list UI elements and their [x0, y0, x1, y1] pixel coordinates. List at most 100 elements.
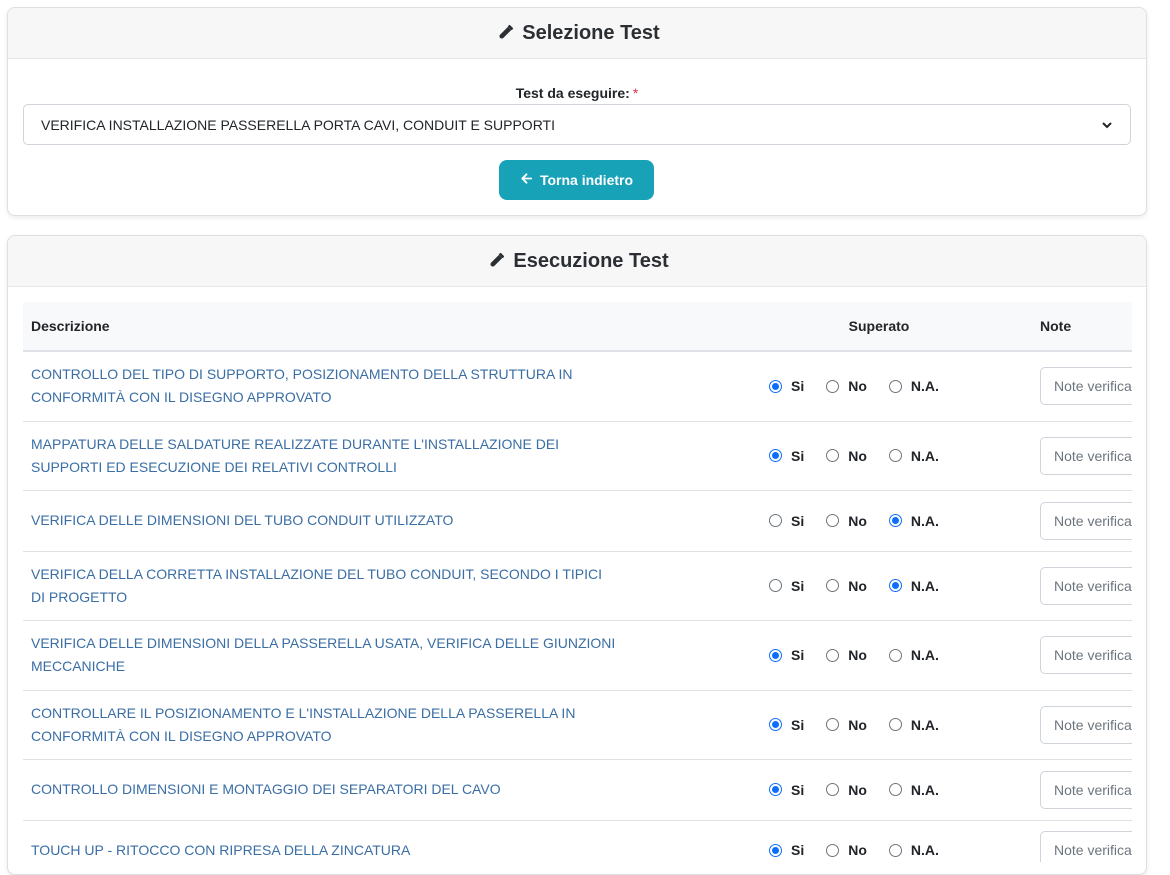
radio-no-button[interactable]: [826, 718, 840, 731]
note-input[interactable]: Note verifica: [1040, 436, 1132, 475]
radio-yes[interactable]: Si: [769, 513, 804, 529]
passed-cell: Si No N.A.: [726, 421, 1032, 491]
radio-na[interactable]: N.A.: [888, 647, 939, 663]
radio-na-button[interactable]: [888, 449, 902, 462]
radio-yes[interactable]: Si: [769, 842, 804, 858]
test-execution-card: Esecuzione Test Descrizione Superato Not…: [7, 235, 1147, 875]
note-input[interactable]: Note verifica: [1040, 566, 1132, 605]
radio-no-button[interactable]: [826, 514, 840, 527]
radio-na[interactable]: N.A.: [888, 513, 939, 529]
radio-no[interactable]: No: [826, 717, 867, 733]
radio-yes[interactable]: Si: [769, 717, 804, 733]
radio-no[interactable]: No: [826, 578, 867, 594]
radio-yes[interactable]: Si: [769, 578, 804, 594]
table-row: CONTROLLO DIMENSIONI E MONTAGGIO DEI SEP…: [23, 759, 1132, 821]
radio-no-button[interactable]: [826, 783, 840, 796]
radio-no-label: No: [848, 447, 867, 464]
radio-na[interactable]: N.A.: [888, 378, 939, 395]
radio-yes[interactable]: Si: [769, 782, 804, 798]
radio-na-label: N.A.: [910, 716, 939, 733]
radio-no-button[interactable]: [826, 449, 840, 462]
radio-na[interactable]: N.A.: [888, 448, 939, 464]
radio-na[interactable]: N.A.: [888, 781, 939, 798]
radio-yes-button[interactable]: [769, 648, 782, 662]
note-input[interactable]: Note verifica: [1040, 636, 1132, 674]
radio-yes-label: Si: [791, 716, 805, 733]
radio-na-button[interactable]: [888, 379, 902, 393]
radio-yes-button[interactable]: [769, 579, 782, 592]
table-row: MAPPATURA DELLE SALDATURE REALIZZATE DUR…: [23, 421, 1132, 491]
note-input[interactable]: Note verifica: [1040, 501, 1132, 540]
radio-no[interactable]: No: [826, 378, 867, 394]
radio-na[interactable]: N.A.: [888, 716, 939, 733]
notes-cell: Note verifica: [1032, 690, 1132, 760]
table-header-row: Descrizione Superato Note: [23, 302, 1132, 352]
passed-cell: Si No N.A.: [726, 690, 1032, 760]
table-row: VERIFICA DELLE DIMENSIONI DEL TUBO CONDU…: [23, 490, 1132, 552]
radio-na-label: N.A.: [910, 781, 939, 798]
passed-cell: Si No N.A.: [726, 759, 1032, 821]
radio-yes-button[interactable]: [769, 843, 782, 857]
radio-na[interactable]: N.A.: [888, 577, 939, 594]
radio-yes-button[interactable]: [769, 379, 782, 393]
radio-na-button[interactable]: [888, 514, 902, 527]
radio-no-label: No: [848, 781, 867, 798]
test-select-value: VERIFICA INSTALLAZIONE PASSERELLA PORTA …: [41, 116, 555, 133]
radio-no-label: No: [848, 577, 867, 594]
radio-yes-button[interactable]: [769, 514, 782, 527]
test-selection-header: Selezione Test: [8, 8, 1146, 59]
radio-yes-button[interactable]: [769, 718, 782, 731]
note-input[interactable]: Note verifica: [1040, 770, 1132, 809]
radio-no-button[interactable]: [826, 379, 840, 393]
passed-radio-group: Si No N.A.: [734, 647, 1024, 663]
radio-yes[interactable]: Si: [769, 647, 804, 663]
notes-cell: Note verifica: [1032, 421, 1132, 491]
notes-cell: Note verifica: [1032, 820, 1132, 862]
note-input[interactable]: Note verifica: [1040, 831, 1132, 862]
radio-na-button[interactable]: [888, 648, 902, 662]
test-description: VERIFICA DELLE DIMENSIONI DEL TUBO CONDU…: [23, 490, 726, 552]
arrow-left-icon: [520, 172, 533, 189]
passed-radio-group: Si No N.A.: [734, 782, 1024, 798]
radio-na-button[interactable]: [888, 783, 902, 796]
radio-yes[interactable]: Si: [769, 448, 804, 464]
radio-yes-label: Si: [791, 378, 805, 395]
test-table-wrapper[interactable]: Descrizione Superato Note CONTROLLO DEL …: [23, 302, 1132, 862]
radio-no[interactable]: No: [826, 782, 867, 798]
passed-radio-group: Si No N.A.: [734, 717, 1024, 733]
radio-no[interactable]: No: [826, 647, 867, 663]
table-row: VERIFICA DELLE DIMENSIONI DELLA PASSEREL…: [23, 620, 1132, 691]
back-button[interactable]: Torna indietro: [499, 160, 654, 200]
passed-radio-group: Si No N.A.: [734, 513, 1024, 529]
radio-yes-button[interactable]: [769, 449, 782, 462]
table-row: TOUCH UP - RITOCCO CON RIPRESA DELLA ZIN…: [23, 820, 1132, 862]
note-input[interactable]: Note verifica: [1040, 705, 1132, 744]
table-row: CONTROLLARE IL POSIZIONAMENTO E L'INSTAL…: [23, 690, 1132, 760]
table-row: CONTROLLO DEL TIPO DI SUPPORTO, POSIZION…: [23, 351, 1132, 422]
radio-no[interactable]: No: [826, 448, 867, 464]
test-selection-card: Selezione Test Test da eseguire: * VERIFI…: [7, 7, 1147, 216]
radio-no-label: No: [848, 512, 867, 529]
back-button-label: Torna indietro: [539, 172, 634, 188]
test-description: MAPPATURA DELLE SALDATURE REALIZZATE DUR…: [23, 421, 726, 491]
column-header-description: Descrizione: [23, 302, 726, 352]
radio-no[interactable]: No: [826, 842, 867, 858]
radio-na[interactable]: N.A.: [888, 842, 939, 858]
test-table: Descrizione Superato Note CONTROLLO DEL …: [23, 302, 1132, 862]
radio-yes-label: Si: [791, 647, 805, 663]
radio-na-button[interactable]: [888, 579, 902, 592]
radio-no-button[interactable]: [826, 648, 840, 662]
radio-na-label: N.A.: [910, 577, 939, 594]
note-input[interactable]: Note verifica: [1040, 367, 1132, 406]
radio-no-button[interactable]: [826, 579, 840, 592]
radio-no[interactable]: No: [826, 513, 867, 529]
radio-no-button[interactable]: [826, 843, 840, 857]
radio-na-button[interactable]: [888, 718, 902, 731]
radio-yes-label: Si: [791, 781, 805, 798]
radio-na-button[interactable]: [888, 843, 902, 857]
radio-yes-button[interactable]: [769, 783, 782, 796]
passed-radio-group: Si No N.A.: [734, 448, 1024, 464]
test-select[interactable]: VERIFICA INSTALLAZIONE PASSERELLA PORTA …: [23, 104, 1131, 145]
radio-yes[interactable]: Si: [769, 378, 804, 394]
radio-na-label: N.A.: [910, 378, 939, 395]
